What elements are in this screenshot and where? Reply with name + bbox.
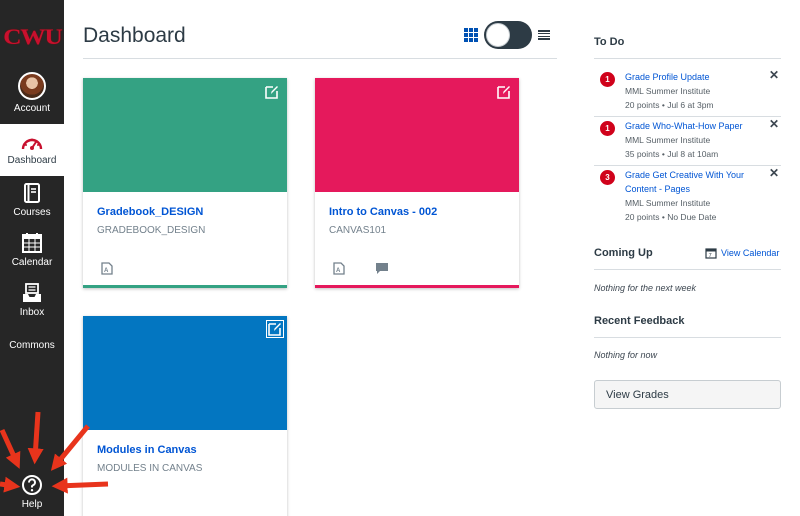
page-title: Dashboard (83, 24, 186, 47)
dismiss-close-icon[interactable]: ✕ (769, 166, 779, 180)
nav-commons[interactable]: Commons (0, 337, 64, 351)
coming-up-empty-text: Nothing for the next week (594, 283, 697, 293)
view-calendar-link[interactable]: 7 View Calendar (705, 247, 779, 259)
dismiss-close-icon[interactable]: ✕ (769, 68, 779, 82)
coming-up-heading: Coming Up (594, 247, 653, 259)
help-question-icon (22, 475, 42, 495)
global-nav: CWU Account Dashboard Courses Calendar I… (0, 0, 64, 516)
course-code: MODULES IN CANVAS (97, 463, 203, 474)
course-card[interactable]: Gradebook_DESIGN GRADEBOOK_DESIGN A (83, 78, 287, 288)
nav-help-label: Help (21, 499, 43, 510)
nav-dashboard-label: Dashboard (7, 155, 57, 166)
course-color-bar (315, 285, 519, 288)
edit-pencil-icon[interactable] (265, 85, 279, 99)
needs-grading-badge: 3 (600, 170, 615, 185)
course-code: CANVAS101 (329, 225, 387, 236)
edit-pencil-icon[interactable] (497, 85, 511, 99)
calendar-small-icon: 7 (705, 248, 717, 259)
switch-knob (486, 23, 510, 47)
assignments-icon[interactable]: A (333, 262, 345, 275)
todo-item-course: MML Summer Institute (625, 135, 711, 145)
logo-text: CWU (2, 24, 63, 49)
todo-item-meta: 20 points • No Due Date (625, 212, 717, 222)
discussions-icon[interactable] (375, 262, 389, 275)
nav-help[interactable]: Help (0, 474, 64, 510)
nav-commons-label: Commons (9, 340, 55, 351)
svg-text:7: 7 (709, 253, 712, 259)
todo-item-meta: 20 points • Jul 6 at 3pm (625, 100, 714, 110)
todo-heading: To Do (594, 36, 625, 48)
view-mode-switch[interactable] (484, 21, 532, 49)
canvas-app: CWU Account Dashboard Courses Calendar I… (0, 0, 800, 516)
right-sidebar: To Do 1 Grade Profile Update MML Summer … (594, 0, 782, 516)
todo-divider (594, 58, 781, 59)
recent-feedback-heading: Recent Feedback (594, 315, 685, 327)
course-card-hero[interactable] (315, 78, 519, 192)
course-name[interactable]: Gradebook_DESIGN (97, 206, 203, 218)
todo-item-course: MML Summer Institute (625, 198, 711, 208)
recent-feedback-divider (594, 337, 781, 338)
todo-item: 3 Grade Get Creative With Your Content -… (594, 164, 781, 226)
coming-up-divider (594, 269, 781, 270)
nav-account[interactable]: Account (0, 72, 64, 114)
recent-feedback-empty-text: Nothing for now (594, 350, 658, 360)
edit-pencil-icon[interactable] (266, 320, 284, 338)
view-calendar-label: View Calendar (721, 248, 780, 258)
course-card-actions: A (101, 262, 113, 275)
view-grades-button[interactable]: View Grades (594, 380, 781, 409)
assignments-icon[interactable]: A (101, 262, 113, 275)
dismiss-close-icon[interactable]: ✕ (769, 117, 779, 131)
todo-item-title[interactable]: Grade Get Creative With Your Content - P… (625, 168, 765, 196)
cwu-logo[interactable]: CWU (0, 0, 64, 60)
inbox-tray-icon (23, 283, 41, 302)
todo-item: 1 Grade Profile Update MML Summer Instit… (594, 66, 781, 112)
todo-item: 1 Grade Who-What-How Paper MML Summer In… (594, 115, 781, 161)
nav-dashboard[interactable]: Dashboard (0, 124, 64, 176)
header-divider (83, 58, 557, 59)
needs-grading-badge: 1 (600, 121, 615, 136)
nav-inbox[interactable]: Inbox (0, 282, 64, 318)
todo-item-title[interactable]: Grade Who-What-How Paper (625, 119, 765, 133)
todo-item-course: MML Summer Institute (625, 86, 711, 96)
course-card-hero[interactable] (83, 78, 287, 192)
nav-inbox-label: Inbox (19, 307, 45, 318)
course-name[interactable]: Intro to Canvas - 002 (329, 206, 437, 218)
list-view-icon[interactable] (538, 30, 550, 40)
nav-courses-label: Courses (13, 207, 51, 218)
nav-courses[interactable]: Courses (0, 182, 64, 218)
avatar (18, 72, 46, 100)
nav-account-label: Account (13, 103, 51, 114)
course-card-actions: A (333, 262, 389, 275)
course-code: GRADEBOOK_DESIGN (97, 225, 206, 236)
needs-grading-badge: 1 (600, 72, 615, 87)
card-view-grid-icon[interactable] (464, 28, 478, 42)
course-card[interactable]: Modules in Canvas MODULES IN CANVAS (83, 316, 287, 516)
todo-item-meta: 35 points • Jul 8 at 10am (625, 149, 719, 159)
course-name[interactable]: Modules in Canvas (97, 444, 197, 456)
course-card[interactable]: Intro to Canvas - 002 CANVAS101 A (315, 78, 519, 288)
courses-book-icon (24, 183, 40, 203)
dashboard-main: Dashboard Gradebook_DESIGN GRADEBOOK_DES… (64, 0, 572, 516)
view-toggle (464, 21, 550, 49)
todo-item-title[interactable]: Grade Profile Update (625, 70, 765, 84)
course-card-hero[interactable] (83, 316, 287, 430)
nav-calendar[interactable]: Calendar (0, 232, 64, 268)
svg-text:A: A (336, 268, 341, 274)
svg-text:A: A (104, 268, 109, 274)
dashboard-gauge-icon (21, 138, 43, 150)
nav-calendar-label: Calendar (11, 257, 53, 268)
calendar-icon (22, 233, 42, 253)
course-color-bar (83, 285, 287, 288)
